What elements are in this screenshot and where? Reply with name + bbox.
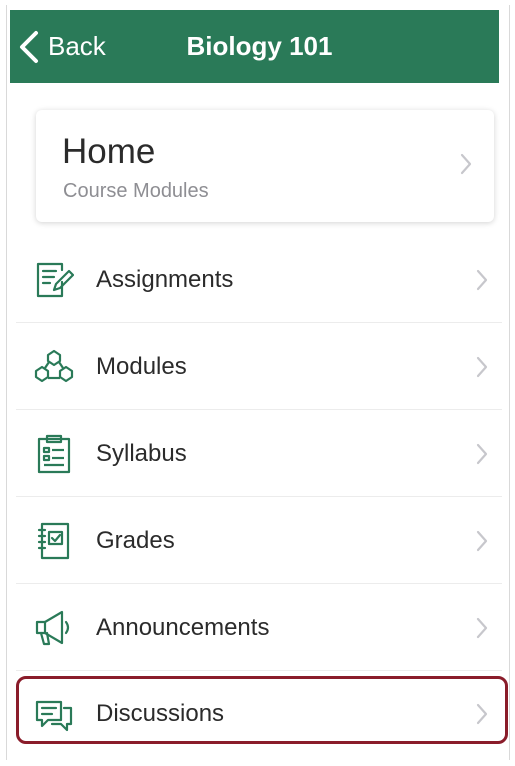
divider — [16, 409, 502, 410]
menu-item-label: Discussions — [96, 700, 225, 727]
chevron-right-icon — [476, 269, 488, 291]
menu-item-assignments[interactable]: Assignments — [16, 237, 496, 323]
chevron-right-icon — [476, 443, 488, 465]
assignments-icon — [32, 258, 76, 302]
page-title: Biology 101 — [186, 31, 333, 61]
chevron-right-icon — [460, 153, 472, 175]
menu-item-label: Assignments — [96, 266, 234, 293]
divider — [16, 496, 502, 497]
menu-item-modules[interactable]: Modules — [16, 324, 496, 410]
chevron-right-icon — [476, 703, 488, 725]
chevron-right-icon — [476, 356, 488, 378]
menu-item-label: Announcements — [96, 614, 270, 641]
navigation-bar: Back Biology 101 — [10, 10, 499, 83]
menu-item-label: Syllabus — [96, 440, 187, 467]
home-subtitle: Course Modules — [63, 180, 209, 202]
menu-item-label: Modules — [96, 353, 187, 380]
chevron-right-icon — [476, 530, 488, 552]
home-title: Home — [62, 132, 156, 171]
divider — [16, 322, 502, 323]
modules-icon — [32, 345, 76, 389]
menu-item-syllabus[interactable]: Syllabus — [16, 411, 496, 497]
menu-item-label: Grades — [96, 527, 175, 554]
discussions-icon — [32, 692, 76, 736]
grades-icon — [32, 519, 76, 563]
menu-item-grades[interactable]: Grades — [16, 498, 496, 584]
chevron-right-icon — [476, 617, 488, 639]
menu-item-discussions[interactable]: Discussions — [16, 671, 496, 757]
divider — [16, 583, 502, 584]
announcements-icon — [32, 606, 76, 650]
syllabus-icon — [32, 432, 76, 476]
menu-item-announcements[interactable]: Announcements — [16, 585, 496, 671]
home-card[interactable]: Home Course Modules — [36, 110, 494, 222]
